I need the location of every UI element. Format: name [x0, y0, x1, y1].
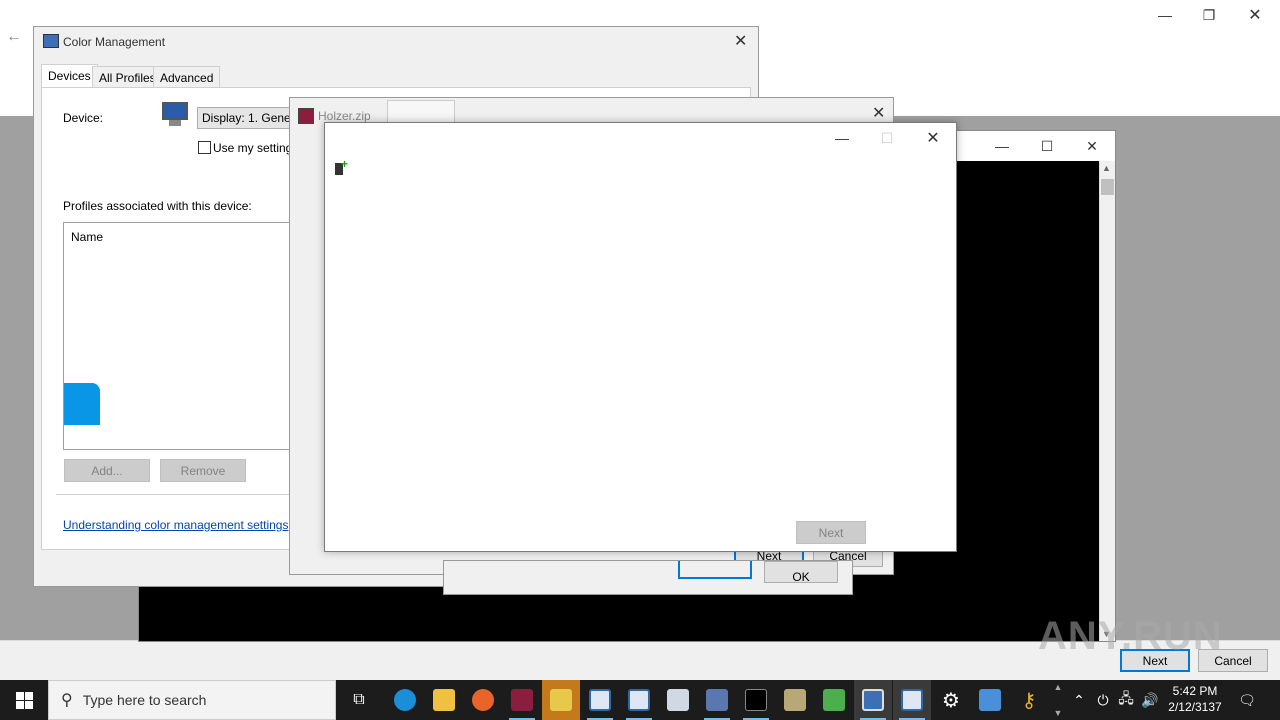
console-minimize-icon[interactable]: — — [979, 131, 1025, 161]
front-dialog: — ☐ ✕ + Next — [324, 122, 957, 552]
holzer-close-icon[interactable]: ✕ — [872, 103, 885, 123]
monitor-icon — [160, 100, 190, 128]
network-app-icon[interactable] — [815, 680, 853, 720]
add-button[interactable]: Add... — [64, 459, 150, 482]
taskbar-scroll[interactable]: ▲ ▼ — [1050, 680, 1066, 720]
color-management-taskbar-icon[interactable] — [854, 680, 892, 720]
file-explorer-icon[interactable] — [425, 680, 463, 720]
holzer-title: Holzer.zip — [318, 109, 371, 123]
volume-icon[interactable]: 🔊 — [1139, 680, 1161, 720]
restore-icon[interactable]: ❐ — [1186, 0, 1232, 30]
settings-app-icon[interactable] — [659, 680, 697, 720]
footer-focus-button[interactable] — [678, 561, 752, 579]
gear-icon[interactable]: ⚙ — [932, 680, 970, 720]
search-icon: ⚲ — [61, 692, 73, 709]
chevron-up-icon[interactable]: ⌃ — [1070, 680, 1088, 720]
front-close-icon[interactable]: ✕ — [910, 123, 956, 153]
window-title: Color Management — [63, 35, 166, 49]
clock-date: 2/12/3137 — [1168, 700, 1222, 714]
back-arrow-icon[interactable]: ← — [6, 28, 22, 46]
notification-icon[interactable]: 🗨 — [1234, 680, 1260, 720]
scroll-thumb[interactable] — [1101, 179, 1114, 195]
window-app-icon-2[interactable] — [620, 680, 658, 720]
terminal-icon[interactable] — [737, 680, 775, 720]
edge-icon[interactable] — [386, 680, 424, 720]
winrar-taskbar-icon[interactable] — [503, 680, 541, 720]
front-maximize-icon: ☐ — [880, 129, 894, 146]
remove-button[interactable]: Remove — [160, 459, 246, 482]
console-scrollbar[interactable]: ▲ ▼ — [1099, 161, 1115, 641]
holzer-footer: OK — [443, 560, 853, 595]
taskbar-search-box[interactable]: ⚲ Type here to search — [48, 680, 336, 720]
window-app-icon-1[interactable] — [581, 680, 619, 720]
scroll-up-icon[interactable]: ▲ — [1102, 163, 1111, 173]
admin-tools-icon[interactable] — [698, 680, 736, 720]
scanner-icon[interactable] — [776, 680, 814, 720]
task-view-icon[interactable]: ⧉ — [340, 680, 378, 720]
start-button[interactable] — [5, 680, 43, 720]
clock[interactable]: 5:42 PM 2/12/3137 — [1163, 683, 1227, 715]
front-next-button[interactable]: Next — [796, 521, 866, 544]
device-label: Device: — [63, 111, 104, 125]
anyrun-watermark: ANY.RUN — [1038, 614, 1223, 658]
tab-advanced[interactable]: Advanced — [153, 66, 221, 88]
scroll-up-icon[interactable]: ▲ — [1054, 682, 1063, 692]
cm-close-icon[interactable]: ✕ — [734, 31, 747, 51]
search-placeholder: Type here to search — [82, 692, 207, 708]
close-icon[interactable]: ✕ — [1232, 0, 1278, 30]
profiles-list[interactable]: Name — [63, 222, 327, 450]
scroll-down-icon[interactable]: ▼ — [1054, 708, 1063, 718]
console-close-icon[interactable]: ✕ — [1069, 131, 1115, 161]
color-settings-link[interactable]: Understanding color management settings — [63, 518, 288, 532]
keys-app-icon[interactable] — [542, 680, 580, 720]
ok-button[interactable]: OK — [764, 561, 838, 584]
control-panel-icon[interactable] — [971, 680, 1009, 720]
key-icon[interactable]: ⚷ — [1010, 680, 1048, 720]
minimize-icon[interactable]: — — [1142, 0, 1188, 30]
console-maximize-icon[interactable]: ☐ — [1024, 131, 1070, 161]
profile-file-icon — [64, 383, 100, 425]
window-app-icon-3[interactable] — [893, 680, 931, 720]
taskbar: ⚲ Type here to search ⧉ ⚙ ⚷ ▲ ▼ ⌃ ⏻ 🖧 🔊 … — [0, 680, 1280, 720]
network-icon[interactable]: 🖧 — [1115, 680, 1137, 720]
winrar-icon — [298, 108, 314, 124]
color-management-app-icon — [43, 34, 59, 48]
front-minimize-icon[interactable]: — — [819, 123, 865, 153]
firefox-icon[interactable] — [464, 680, 502, 720]
windows-logo-icon — [15, 691, 33, 709]
clock-time: 5:42 PM — [1172, 684, 1218, 698]
use-settings-checkbox[interactable] — [198, 141, 211, 154]
device-select[interactable]: Display: 1. Generi — [197, 107, 297, 129]
ok-label: OK — [792, 570, 810, 584]
name-column-header[interactable]: Name — [71, 230, 103, 244]
power-icon[interactable]: ⏻ — [1092, 680, 1114, 720]
tab-devices[interactable]: Devices — [41, 64, 98, 88]
installer-icon: + — [335, 158, 349, 175]
profiles-label: Profiles associated with this device: — [63, 199, 252, 213]
